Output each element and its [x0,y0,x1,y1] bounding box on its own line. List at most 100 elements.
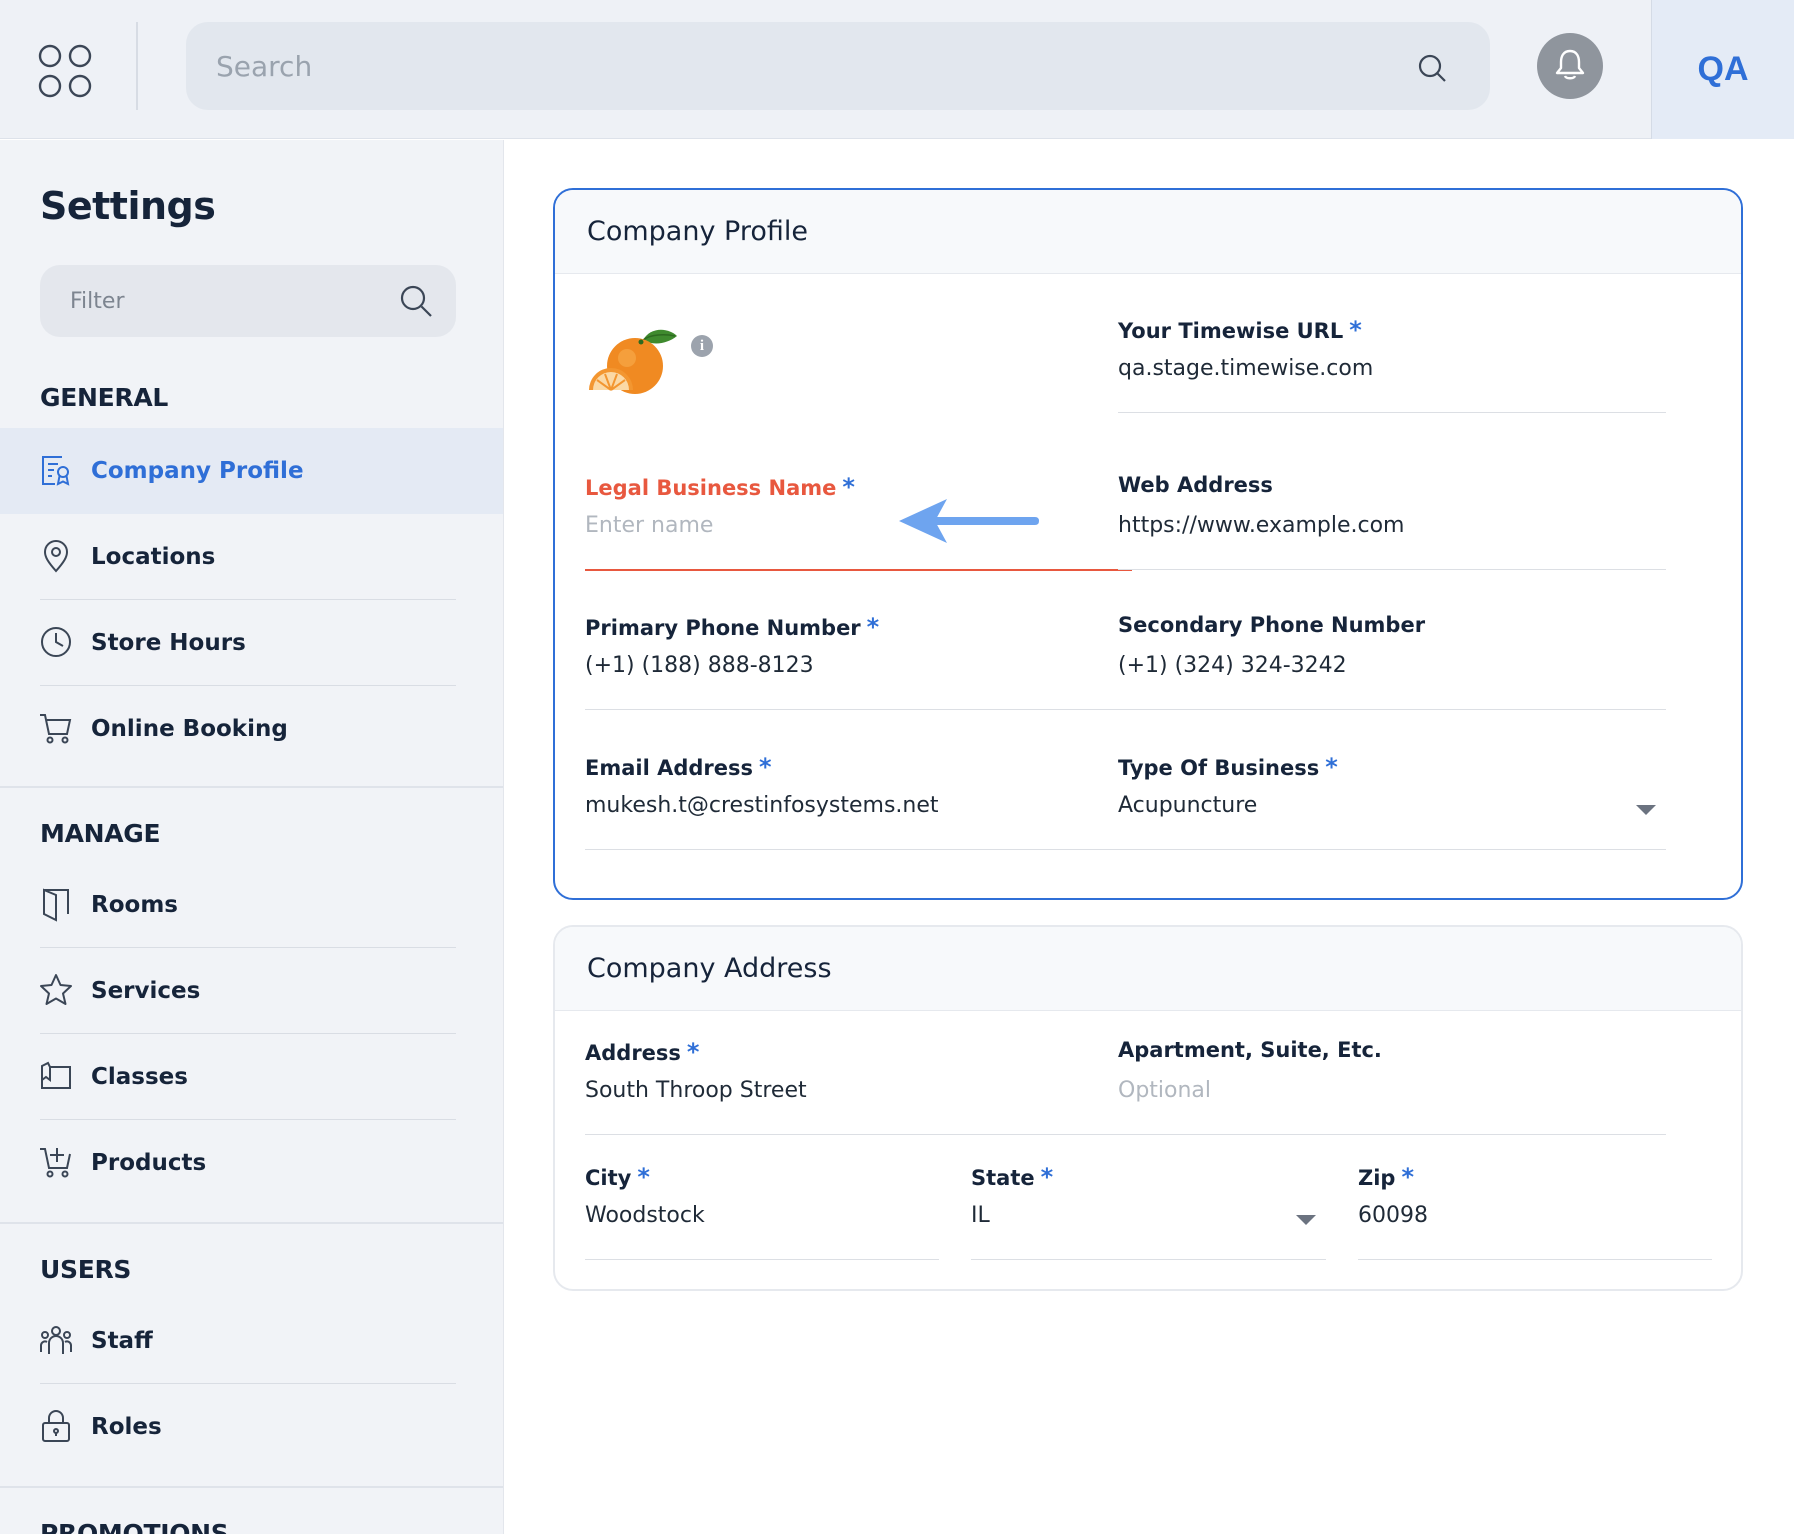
group-divider [0,786,503,788]
sidebar-item-label: Online Booking [91,716,288,742]
topbar-divider [136,22,138,110]
group-label-general: GENERAL [40,383,169,412]
field-label: State * [971,1163,1054,1191]
required-icon: * [759,753,772,781]
required-icon: * [842,473,855,501]
field-label: Primary Phone Number * [585,613,880,641]
settings-sidebar: Settings GENERAL Company Profile Locatio… [0,140,504,1534]
group-label-users: USERS [40,1255,132,1284]
company-profile-icon [38,452,74,488]
sidebar-item-label: Services [91,978,201,1004]
sidebar-item-online-booking[interactable]: Online Booking [0,686,503,772]
field-label: Apartment, Suite, Etc. [1118,1038,1382,1062]
secondary-phone-field: Secondary Phone Number (+1) (324) 324-32… [1118,613,1666,713]
sidebar-item-staff[interactable]: Staff [0,1298,503,1384]
card-title: Company Profile [587,216,808,247]
card-title: Company Address [587,953,832,984]
field-label: Secondary Phone Number [1118,613,1426,637]
field-label: Web Address [1118,473,1273,497]
search-icon[interactable] [1416,52,1448,84]
sidebar-item-label: Locations [91,544,216,570]
sidebar-item-label: Roles [91,1414,162,1440]
timewise-url-field: Your Timewise URL * qa.stage.timewise.com [1118,316,1666,416]
primary-phone-field: Primary Phone Number * (+1) (188) 888-812… [585,613,1132,713]
secondary-phone-input[interactable]: (+1) (324) 324-3242 [1118,653,1347,678]
apartment-input[interactable] [1118,1070,1666,1110]
legal-business-name-input[interactable] [585,505,1132,545]
required-icon: * [686,1038,700,1066]
primary-phone-input[interactable]: (+1) (188) 888-8123 [585,653,814,678]
required-icon: * [1401,1163,1415,1191]
star-icon [38,972,74,1008]
door-icon [38,886,74,922]
sidebar-item-locations[interactable]: Locations [0,514,503,600]
email-field: Email Address * mukesh.t@crestinfosystems… [585,753,1132,853]
chevron-down-icon[interactable] [1636,805,1656,815]
field-label: Zip * [1358,1163,1415,1191]
sidebar-item-label: Classes [91,1064,188,1090]
global-search [186,22,1490,110]
staff-icon [38,1322,74,1358]
filter-input[interactable] [70,265,390,337]
sidebar-item-label: Rooms [91,892,178,918]
address-field: Address * South Throop Street [585,1038,1132,1138]
search-icon[interactable] [398,283,434,319]
required-icon: * [1349,316,1362,344]
card-header: Company Profile [555,190,1741,274]
business-type-select[interactable]: Acupuncture [1118,793,1257,818]
annotation-arrow-icon [899,499,1039,543]
notifications-bell-icon[interactable] [1537,33,1603,99]
search-input[interactable] [216,22,1396,110]
sidebar-filter [40,265,456,337]
user-avatar[interactable]: QA [1651,0,1794,139]
legal-business-name-field: Legal Business Name * [585,473,1132,573]
sidebar-title: Settings [40,184,216,228]
company-logo[interactable] [585,318,685,418]
info-icon[interactable]: i [691,335,713,357]
sidebar-item-label: Store Hours [91,630,246,656]
required-icon: * [866,613,880,641]
cart-plus-icon [38,1144,74,1180]
sidebar-item-company-profile[interactable]: Company Profile [0,428,503,514]
zip-field: Zip * 60098 [1358,1163,1712,1263]
zip-input[interactable]: 60098 [1358,1203,1428,1228]
cart-icon [38,710,74,746]
sidebar-item-label: Company Profile [91,458,304,484]
group-label-promotions: PROMOTIONS [40,1519,229,1534]
field-label: City * [585,1163,650,1191]
field-label: Your Timewise URL * [1118,316,1362,344]
city-field: City * Woodstock [585,1163,939,1263]
field-label: Type Of Business * [1118,753,1338,781]
location-pin-icon [38,538,74,574]
required-icon: * [1325,753,1338,781]
required-icon: * [637,1163,650,1191]
web-address-input[interactable]: https://www.example.com [1118,513,1404,538]
field-label: Email Address * [585,753,772,781]
field-label: Legal Business Name * [585,473,855,501]
company-profile-card: Company Profile i Your Timewise URL * qa.… [553,188,1743,900]
sidebar-item-label: Staff [91,1328,153,1354]
sidebar-item-store-hours[interactable]: Store Hours [0,600,503,686]
field-label: Address * [585,1038,700,1066]
sidebar-item-rooms[interactable]: Rooms [0,862,503,948]
sidebar-item-services[interactable]: Services [0,948,503,1034]
sidebar-item-roles[interactable]: Roles [0,1384,503,1470]
state-field: State * IL [971,1163,1326,1263]
sidebar-item-products[interactable]: Products [0,1120,503,1206]
card-header: Company Address [555,927,1741,1011]
sidebar-item-label: Products [91,1150,207,1176]
group-divider [0,1222,503,1224]
sidebar-item-classes[interactable]: Classes [0,1034,503,1120]
business-type-field: Type Of Business * Acupuncture [1118,753,1666,853]
chevron-down-icon[interactable] [1296,1215,1316,1225]
timewise-url-value: qa.stage.timewise.com [1118,356,1374,381]
state-select[interactable]: IL [971,1203,990,1228]
required-icon: * [1040,1163,1054,1191]
city-input[interactable]: Woodstock [585,1203,705,1228]
apartment-field: Apartment, Suite, Etc. [1118,1038,1666,1138]
email-input[interactable]: mukesh.t@crestinfosystems.net [585,793,939,818]
web-address-field: Web Address https://www.example.com [1118,473,1666,573]
address-input[interactable]: South Throop Street [585,1078,807,1103]
clock-icon [38,624,74,660]
apps-grid-icon[interactable] [30,36,100,106]
